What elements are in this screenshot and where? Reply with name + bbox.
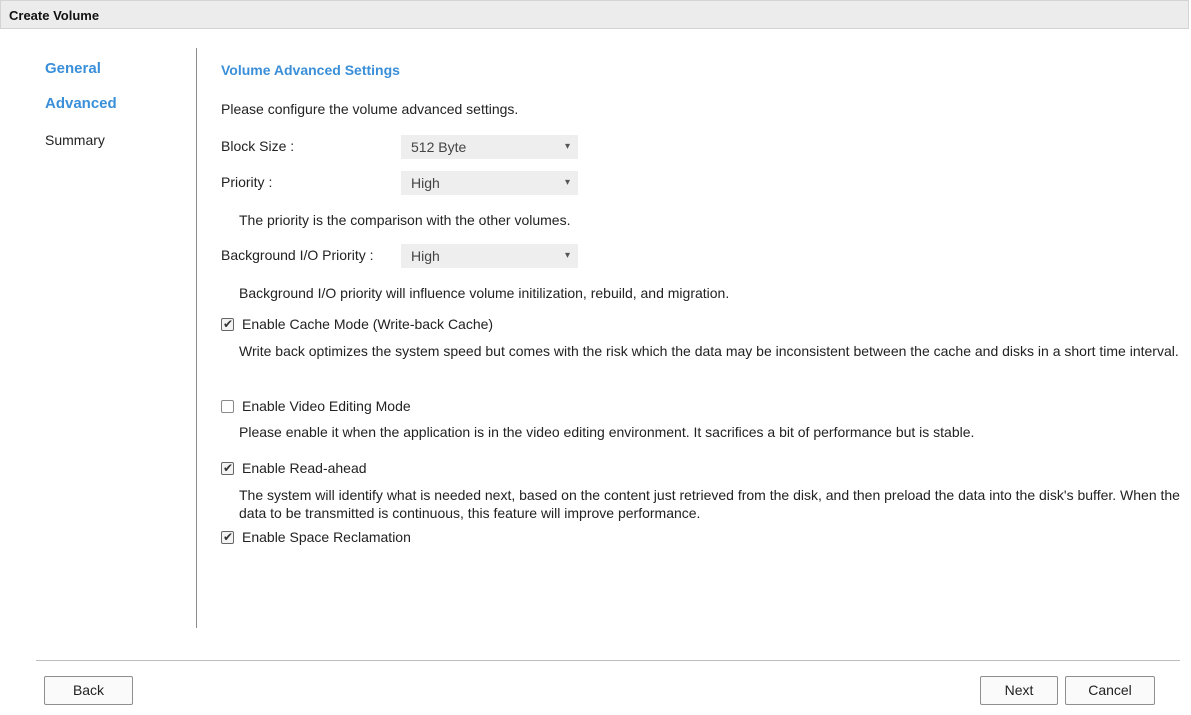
nav-divider xyxy=(196,48,197,628)
read-ahead-desc: The system will identify what is needed … xyxy=(239,487,1180,521)
chevron-down-icon: ▾ xyxy=(564,141,570,152)
priority-help: The priority is the comparison with the … xyxy=(239,212,571,228)
dialog-titlebar: Create Volume xyxy=(0,0,1189,29)
block-size-value: 512 Byte xyxy=(411,139,467,155)
video-editing-label[interactable]: Enable Video Editing Mode xyxy=(242,398,411,414)
read-ahead-label[interactable]: Enable Read-ahead xyxy=(242,460,367,476)
priority-value: High xyxy=(411,175,440,191)
section-intro: Please configure the volume advanced set… xyxy=(221,101,519,117)
video-editing-checkbox[interactable] xyxy=(221,400,234,413)
priority-select[interactable]: High ▾ xyxy=(401,171,578,195)
dialog-title: Create Volume xyxy=(9,8,100,23)
nav-item-general[interactable]: General xyxy=(45,60,101,77)
nav-item-advanced[interactable]: Advanced xyxy=(45,95,117,112)
chevron-down-icon: ▾ xyxy=(564,177,570,188)
cache-mode-desc: Write back optimizes the system speed bu… xyxy=(239,343,1179,359)
section-title: Volume Advanced Settings xyxy=(221,62,400,78)
cancel-button[interactable]: Cancel xyxy=(1065,676,1155,705)
space-reclamation-label[interactable]: Enable Space Reclamation xyxy=(242,529,411,545)
video-editing-desc: Please enable it when the application is… xyxy=(239,424,975,440)
priority-label: Priority : xyxy=(221,174,273,190)
bg-priority-label: Background I/O Priority : xyxy=(221,247,374,263)
read-ahead-checkbox[interactable]: ✔ xyxy=(221,461,234,475)
check-icon: ✔ xyxy=(223,530,234,544)
bg-priority-help: Background I/O priority will influence v… xyxy=(239,285,730,301)
block-size-select[interactable]: 512 Byte ▾ xyxy=(401,135,578,159)
back-button[interactable]: Back xyxy=(44,676,133,705)
cache-mode-checkbox[interactable]: ✔ xyxy=(221,317,234,331)
nav-item-summary[interactable]: Summary xyxy=(45,132,105,148)
footer-divider xyxy=(36,660,1180,661)
next-button[interactable]: Next xyxy=(980,676,1058,705)
bg-priority-select[interactable]: High ▾ xyxy=(401,244,578,268)
block-size-label: Block Size : xyxy=(221,138,295,154)
check-icon: ✔ xyxy=(223,317,234,331)
bg-priority-value: High xyxy=(411,248,440,264)
chevron-down-icon: ▾ xyxy=(564,250,570,261)
check-icon: ✔ xyxy=(223,461,234,475)
space-reclamation-checkbox[interactable]: ✔ xyxy=(221,530,234,544)
cache-mode-label[interactable]: Enable Cache Mode (Write-back Cache) xyxy=(242,316,493,332)
